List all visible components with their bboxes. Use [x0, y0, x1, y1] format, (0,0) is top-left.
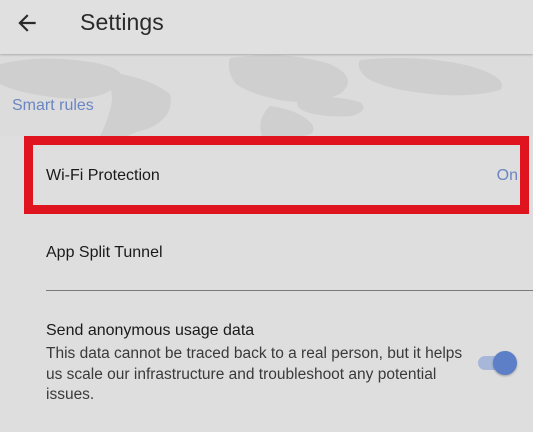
app-split-tunnel-label: App Split Tunnel [46, 244, 163, 261]
usage-data-row[interactable]: Send anonymous usage data This data cann… [46, 322, 533, 432]
wifi-protection-row[interactable]: Wi-Fi Protection On [24, 136, 529, 214]
wifi-protection-label: Wi-Fi Protection [46, 167, 160, 184]
wifi-protection-status: On [496, 167, 518, 184]
divider [46, 290, 533, 291]
page-title: Settings [80, 9, 164, 35]
section-header: Smart rules [0, 54, 533, 136]
usage-data-description: This data cannot be traced back to a rea… [46, 345, 463, 403]
arrow-back-icon [18, 14, 36, 32]
world-map-background [0, 55, 502, 136]
app-bar: Settings [0, 0, 533, 54]
app-split-tunnel-row[interactable]: App Split Tunnel [46, 232, 533, 290]
usage-data-title: Send anonymous usage data [46, 322, 255, 339]
section-label: Smart rules [12, 97, 94, 114]
back-button[interactable] [10, 6, 44, 40]
toggle-thumb [493, 351, 517, 375]
usage-data-toggle[interactable] [476, 349, 518, 377]
settings-list: Wi-Fi Protection On App Split Tunnel Sen… [0, 136, 533, 432]
